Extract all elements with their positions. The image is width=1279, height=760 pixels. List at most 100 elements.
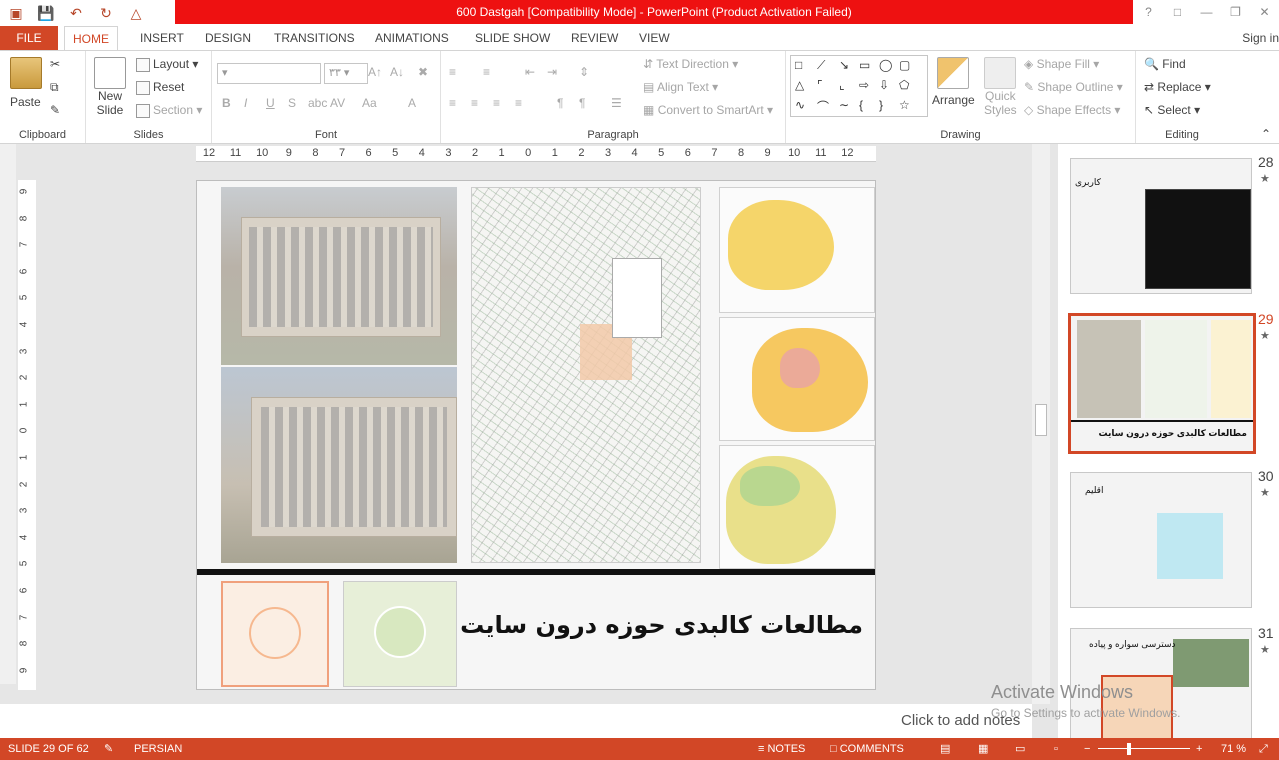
rounded-rect-shape-icon[interactable]: ▢ [899,58,910,72]
zoom-level[interactable]: 71 % [1221,738,1246,760]
char-spacing-icon[interactable]: AV [330,96,345,110]
textbox-shape-icon[interactable]: □ [795,58,802,72]
notes-pane[interactable]: Click to add notes [0,704,1032,738]
present-icon[interactable]: △ [126,3,146,23]
normal-view-icon[interactable]: ▤ [940,738,950,760]
slide-canvas[interactable]: مطالعات کالبدی حوزه درون سایت [196,180,876,690]
italic-icon[interactable]: I [244,96,247,110]
justify-icon[interactable]: ≡ [515,96,522,110]
down-arrow-shape-icon[interactable]: ⇩ [879,78,889,92]
notes-button[interactable]: ≡ NOTES [758,738,805,760]
line-shape-icon[interactable]: ⟋ [817,58,825,73]
cut-icon[interactable]: ✂ [50,57,60,71]
strikethrough-icon[interactable]: abc [308,96,327,110]
zoom-slider-track[interactable] [1098,748,1190,749]
tab-home[interactable]: HOME [64,26,118,51]
layout-button[interactable]: Layout ▾ [136,57,198,72]
building-photo-top[interactable] [221,187,457,365]
plan-thumbnail-2[interactable] [343,581,457,687]
spellcheck-icon[interactable]: ✎ [104,738,113,760]
help-icon[interactable]: ? [1134,0,1163,24]
decrease-indent-icon[interactable]: ⇤ [525,65,535,79]
left-brace-shape-icon[interactable]: { [859,98,863,112]
new-slide-button[interactable]: New Slide [94,57,126,117]
font-name-combo[interactable]: ▾ [217,63,321,84]
text-direction-button[interactable]: ⇵ Text Direction ▾ [643,57,738,71]
rectangle-shape-icon[interactable]: ▭ [859,58,870,72]
right-arrow-shape-icon[interactable]: ⇨ [859,78,869,92]
quick-styles-button[interactable]: Quick Styles [984,57,1017,117]
tab-file[interactable]: FILE [0,26,58,50]
align-left-icon[interactable]: ≡ [449,96,456,110]
underline-icon[interactable]: U [266,96,275,110]
rtl-icon[interactable]: ¶ [579,96,585,110]
numbering-icon[interactable]: ≡ [483,65,490,79]
arrange-button[interactable]: Arrange [932,57,975,107]
font-color-icon[interactable]: A [408,96,416,110]
align-text-button[interactable]: ▤ Align Text ▾ [643,80,718,94]
comments-button[interactable]: □ COMMENTS [830,738,904,760]
slide-sorter-icon[interactable]: ▦ [978,738,988,760]
convert-smartart-button[interactable]: ▦ Convert to SmartArt ▾ [643,103,773,117]
language-indicator[interactable]: PERSIAN [134,738,182,760]
reset-button[interactable]: Reset [136,80,184,95]
oval-shape-icon[interactable]: ◯ [879,58,892,72]
replace-button[interactable]: ⇄ Replace ▾ [1144,80,1211,94]
zoom-slider-thumb[interactable] [1127,743,1131,755]
shrink-font-icon[interactable]: A↓ [390,65,404,79]
editor-scrollbar[interactable] [1032,144,1050,704]
right-brace-shape-icon[interactable]: } [879,98,883,112]
ltr-icon[interactable]: ¶ [557,96,563,110]
plan-thumbnail-1[interactable] [221,581,329,687]
maximize-icon[interactable]: ❐ [1221,0,1250,24]
arc-shape-icon[interactable]: ⌒ [817,98,829,115]
paste-button[interactable]: Paste [10,57,42,109]
site-plan-image[interactable] [471,187,701,563]
copy-icon[interactable]: ⧉ [50,80,59,95]
shadow-icon[interactable]: S [288,96,296,110]
align-center-icon[interactable]: ≡ [471,96,478,110]
fit-slide-icon[interactable]: ⤢ [1259,738,1268,760]
connector-shape-icon[interactable]: ⌜ [817,78,823,92]
undo-icon[interactable]: ↶ [66,3,86,23]
tab-animations[interactable]: ANIMATIONS [367,26,457,50]
tab-design[interactable]: DESIGN [197,26,259,50]
pentagon-shape-icon[interactable]: ⬠ [899,78,909,92]
clear-format-icon[interactable]: ✖ [418,65,428,79]
slideshow-view-icon[interactable]: ▫ [1054,738,1058,760]
slide-title[interactable]: مطالعات کالبدی حوزه درون سایت [460,611,863,639]
curve-shape-icon[interactable]: ∼ [839,98,849,112]
select-button[interactable]: ↖ Select ▾ [1144,103,1200,117]
shape-outline-button[interactable]: ✎ Shape Outline ▾ [1024,80,1123,94]
thumb-slide-30[interactable]: اقلیم [1070,472,1252,608]
grow-font-icon[interactable]: A↑ [368,65,382,79]
redo-icon[interactable]: ↻ [96,3,116,23]
tab-review[interactable]: REVIEW [563,26,626,50]
tab-slide-show[interactable]: SLIDE SHOW [467,26,558,50]
reading-view-icon[interactable]: ▭ [1015,738,1025,760]
shapes-gallery[interactable]: □ ⟋ ↘ ▭ ◯ ▢ △ ⌜ ⌞ ⇨ ⇩ ⬠ ∿ ⌒ ∼ { } ☆ [790,55,928,117]
zoom-out-icon[interactable]: − [1084,738,1090,760]
shape-effects-button[interactable]: ◇ Shape Effects ▾ [1024,103,1120,117]
sign-in-link[interactable]: Sign in [1242,26,1279,50]
format-painter-icon[interactable]: ✎ [50,103,60,117]
city-map-1[interactable] [719,187,875,313]
tab-view[interactable]: VIEW [631,26,678,50]
star-shape-icon[interactable]: ☆ [899,98,910,112]
bold-icon[interactable]: B [222,96,231,110]
save-icon[interactable]: 💾 [36,3,56,23]
thumb-slide-28[interactable]: کاربری [1070,158,1252,294]
shape-fill-button[interactable]: ◈ Shape Fill ▾ [1024,57,1099,71]
change-case-icon[interactable]: Aa [362,96,377,110]
arrow-line-shape-icon[interactable]: ↘ [839,58,849,72]
bullets-icon[interactable]: ≡ [449,65,456,79]
line-spacing-icon[interactable]: ⇕ [579,65,589,79]
city-map-3[interactable] [719,445,875,569]
elbow-shape-icon[interactable]: ⌞ [839,78,845,92]
collapse-ribbon-icon[interactable]: ⌃ [1261,127,1271,141]
ribbon-display-icon[interactable]: □ [1163,0,1192,24]
zoom-in-icon[interactable]: + [1196,738,1202,760]
thumb-slide-29[interactable]: مطالعات کالبدی حوزه درون سایت [1068,313,1256,454]
increase-indent-icon[interactable]: ⇥ [547,65,557,79]
tab-insert[interactable]: INSERT [132,26,192,50]
